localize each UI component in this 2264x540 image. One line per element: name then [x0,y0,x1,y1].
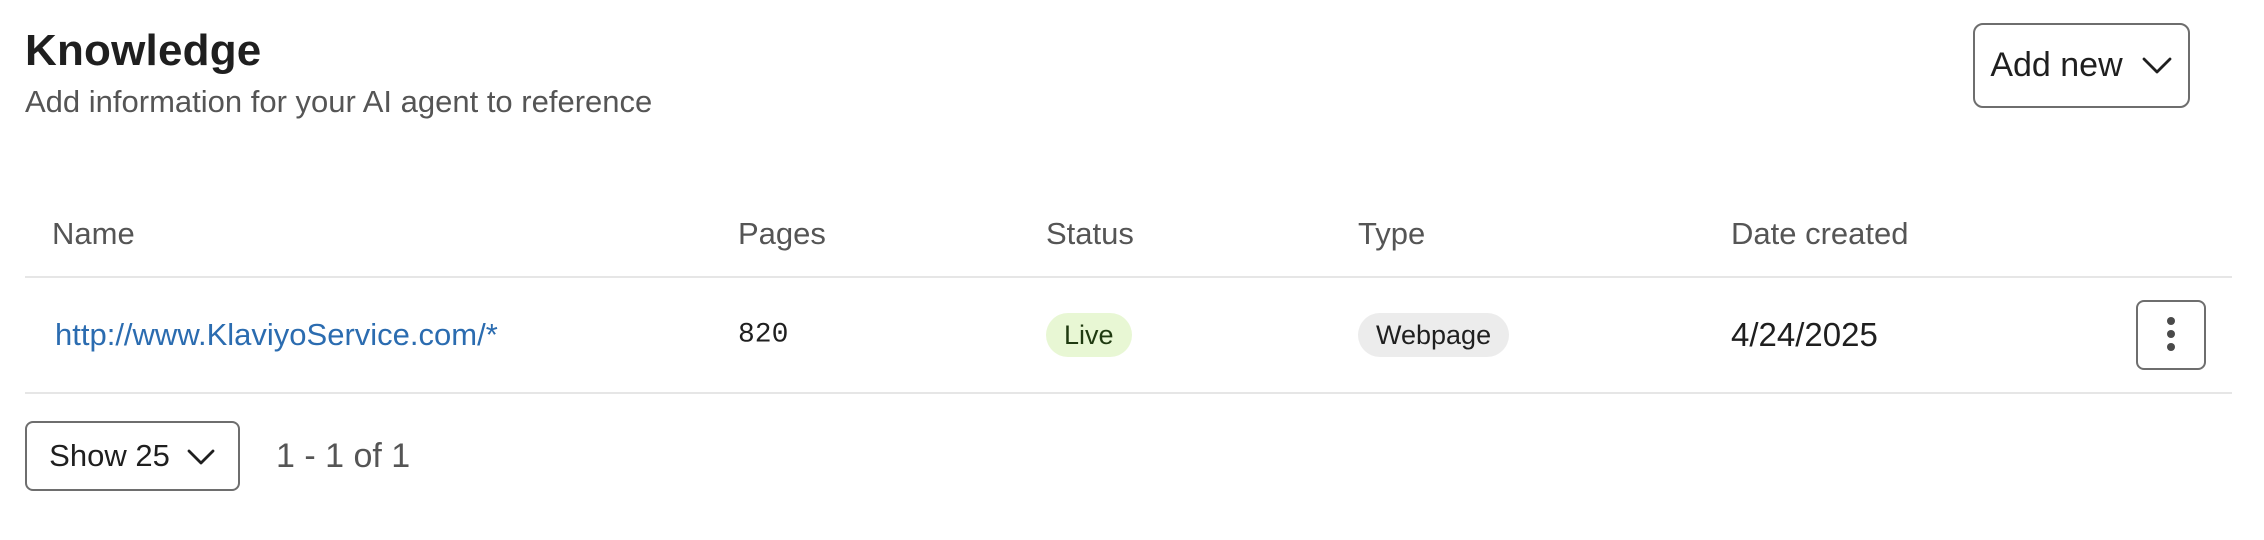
chevron-down-icon [2141,56,2173,76]
page-subtitle: Add information for your AI agent to ref… [25,84,653,119]
add-new-label: Add new [1990,46,2123,84]
kebab-menu-icon [2165,316,2177,355]
column-header-name[interactable]: Name [52,216,135,252]
chevron-down-icon [186,438,216,474]
column-header-date-created[interactable]: Date created [1731,216,1909,252]
table-footer: Show 25 1 - 1 of 1 [25,421,410,491]
column-header-pages[interactable]: Pages [738,216,826,252]
row-actions-button[interactable] [2136,300,2206,370]
date-created-value: 4/24/2025 [1731,316,1878,353]
status-badge: Live [1046,313,1132,357]
table-row: http://www.KlaviyoService.com/* 820 Live… [25,278,2232,394]
pagination-summary: 1 - 1 of 1 [276,436,411,475]
page-header: Knowledge Add information for your AI ag… [25,20,652,122]
page-size-label: Show 25 [49,438,170,473]
table-header: Name Pages Status Type Date created [25,190,2232,278]
knowledge-source-link[interactable]: http://www.KlaviyoService.com/* [55,317,498,352]
pages-value: 820 [738,319,789,351]
type-cell: Webpage [1358,313,1510,357]
status-cell: Live [1046,313,1132,357]
page-title: Knowledge [25,26,262,75]
name-cell: http://www.KlaviyoService.com/* [55,317,498,353]
column-header-type[interactable]: Type [1358,216,1425,252]
type-badge: Webpage [1358,313,1510,357]
page-size-select[interactable]: Show 25 [25,421,240,491]
add-new-button[interactable]: Add new [1973,23,2190,108]
column-header-status[interactable]: Status [1046,216,1134,252]
knowledge-table: Name Pages Status Type Date created http… [25,190,2232,394]
